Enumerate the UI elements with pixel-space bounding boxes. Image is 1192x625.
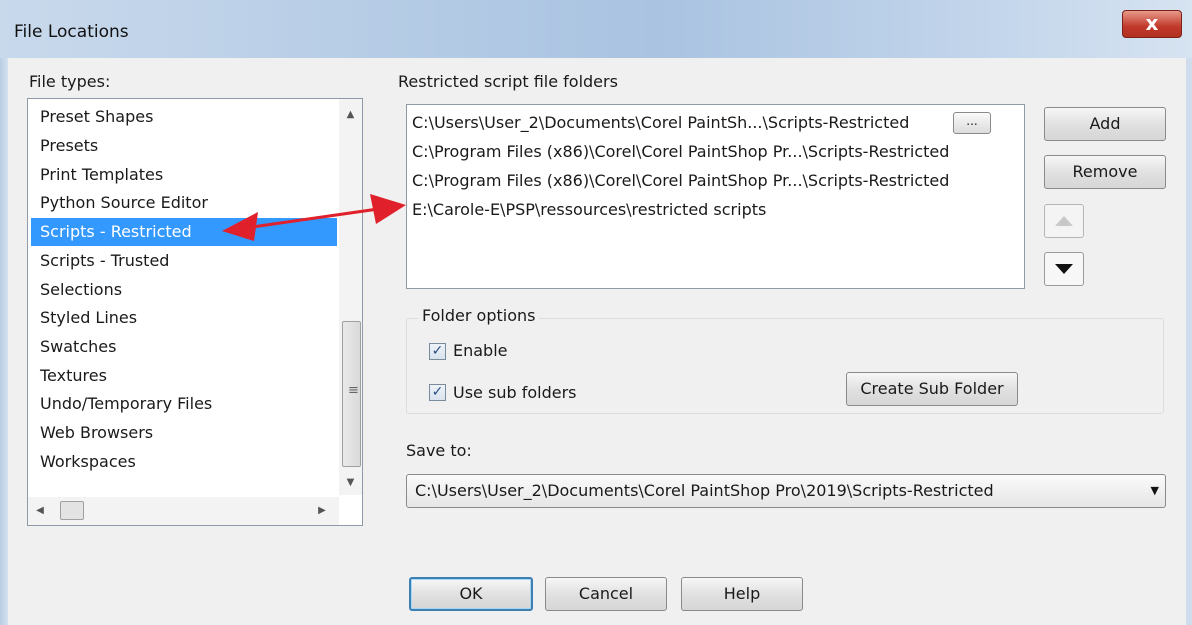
use-sub-folders-label: Use sub folders — [453, 383, 577, 402]
scroll-up-arrow-icon[interactable]: ▲ — [339, 105, 362, 125]
use-sub-folders-checkbox[interactable]: ✓ — [429, 384, 446, 401]
folder-row[interactable]: E:\Carole-E\PSP\ressources\restricted sc… — [412, 196, 766, 224]
save-to-label: Save to: — [406, 441, 472, 460]
create-sub-folder-button[interactable]: Create Sub Folder — [846, 372, 1018, 406]
remove-button[interactable]: Remove — [1044, 155, 1166, 189]
window-frame-right — [1186, 58, 1192, 625]
help-button[interactable]: Help — [681, 577, 803, 611]
scroll-down-arrow-icon[interactable]: ▼ — [339, 473, 362, 493]
save-to-dropdown[interactable]: C:\Users\User_2\Documents\Corel PaintSho… — [406, 474, 1166, 508]
arrow-up-icon — [1055, 216, 1073, 226]
folders-list[interactable]: C:\Users\User_2\Documents\Corel PaintSh.… — [406, 104, 1025, 289]
ok-button[interactable]: OK — [409, 577, 533, 611]
list-item-undo-temporary-files[interactable]: Undo/Temporary Files — [31, 390, 337, 418]
list-item-print-templates[interactable]: Print Templates — [31, 161, 337, 189]
list-item-presets[interactable]: Presets — [31, 132, 337, 160]
vertical-scroll-thumb[interactable]: ≡ — [342, 321, 361, 467]
list-item-workspaces[interactable]: Workspaces — [31, 448, 337, 476]
vertical-scrollbar[interactable]: ▲ ≡ ▼ — [339, 99, 362, 495]
list-item-python-source-editor[interactable]: Python Source Editor — [31, 189, 337, 217]
enable-checkbox[interactable]: ✓ — [429, 343, 446, 360]
move-down-button[interactable] — [1044, 252, 1084, 286]
window-frame-left — [0, 58, 8, 625]
horizontal-scroll-thumb[interactable] — [60, 501, 84, 520]
file-locations-dialog: File Locations x File types: Preset Shap… — [0, 0, 1192, 625]
cancel-button[interactable]: Cancel — [545, 577, 667, 611]
enable-label: Enable — [453, 341, 508, 360]
close-button[interactable]: x — [1122, 10, 1182, 38]
scroll-left-arrow-icon[interactable]: ◀ — [32, 501, 48, 521]
close-icon: x — [1145, 11, 1159, 35]
list-item-scripts-restricted[interactable]: Scripts - Restricted — [31, 218, 337, 246]
list-item-styled-lines[interactable]: Styled Lines — [31, 304, 337, 332]
file-types-label: File types: — [29, 72, 111, 91]
list-item-selections[interactable]: Selections — [31, 276, 337, 304]
dialog-title: File Locations — [14, 22, 129, 42]
folder-row[interactable]: C:\Program Files (x86)\Corel\Corel Paint… — [412, 167, 949, 195]
save-to-value: C:\Users\User_2\Documents\Corel PaintSho… — [415, 481, 994, 500]
folder-row[interactable]: C:\Users\User_2\Documents\Corel PaintSh.… — [412, 109, 909, 137]
list-item-scripts-trusted[interactable]: Scripts - Trusted — [31, 247, 337, 275]
add-button[interactable]: Add — [1044, 107, 1166, 141]
file-types-list[interactable]: Preset Shapes Presets Print Templates Py… — [27, 98, 363, 526]
list-item-web-browsers[interactable]: Web Browsers — [31, 419, 337, 447]
list-item-swatches[interactable]: Swatches — [31, 333, 337, 361]
move-up-button[interactable] — [1044, 204, 1084, 238]
arrow-down-icon — [1055, 264, 1073, 274]
folder-options-title: Folder options — [418, 306, 540, 325]
folder-row[interactable]: C:\Program Files (x86)\Corel\Corel Paint… — [412, 138, 949, 166]
list-item-preset-shapes[interactable]: Preset Shapes — [31, 103, 337, 131]
folders-label: Restricted script file folders — [398, 72, 618, 91]
horizontal-scrollbar[interactable]: ◀ ▶ — [28, 497, 339, 525]
title-bar[interactable]: File Locations x — [0, 0, 1192, 58]
grip-icon: ≡ — [348, 383, 359, 398]
scroll-right-arrow-icon[interactable]: ▶ — [314, 501, 330, 521]
chevron-down-icon: ▼ — [1150, 484, 1159, 497]
browse-button[interactable]: ... — [953, 112, 991, 134]
list-item-textures[interactable]: Textures — [31, 362, 337, 390]
